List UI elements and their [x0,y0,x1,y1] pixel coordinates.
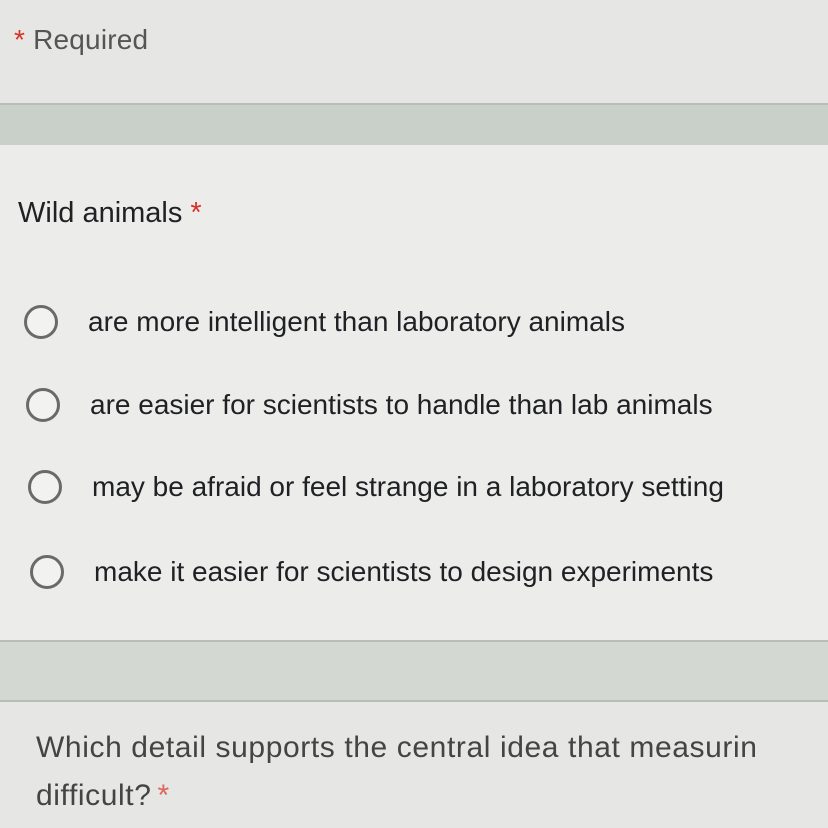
question-card: Wild animals * are more intelligent than … [0,145,828,640]
radio-button-icon[interactable] [30,555,64,589]
radio-option[interactable]: are more intelligent than laboratory ani… [24,305,625,339]
next-question-line-1: Which detail supports the central idea t… [36,731,758,764]
radio-button-icon[interactable] [26,388,60,422]
radio-option[interactable]: may be afraid or feel strange in a labor… [28,470,724,504]
next-question-line-2: difficult? * [36,772,828,820]
radio-button-icon[interactable] [28,470,62,504]
radio-button-icon[interactable] [24,305,58,339]
required-marker: * [190,197,202,229]
radio-option-label: make it easier for scientists to design … [94,556,714,587]
radio-option[interactable]: are easier for scientists to handle than… [26,388,713,422]
required-star: * [14,24,26,55]
question-title-text: Wild animals [18,197,183,229]
radio-option-label: may be afraid or feel strange in a labor… [92,471,724,502]
section-divider [0,640,828,702]
next-question-title: Which detail supports the central idea t… [36,724,828,820]
question-title: Wild animals * [18,197,202,230]
section-divider [0,103,828,147]
next-question-line-2-text: difficult? [36,779,152,812]
radio-option-label: are more intelligent than laboratory ani… [88,306,625,337]
required-note: * Required [14,24,148,56]
radio-option-label: are easier for scientists to handle than… [90,389,713,420]
required-label: Required [33,24,149,55]
required-marker: * [157,779,170,812]
radio-option[interactable]: make it easier for scientists to design … [30,555,713,589]
